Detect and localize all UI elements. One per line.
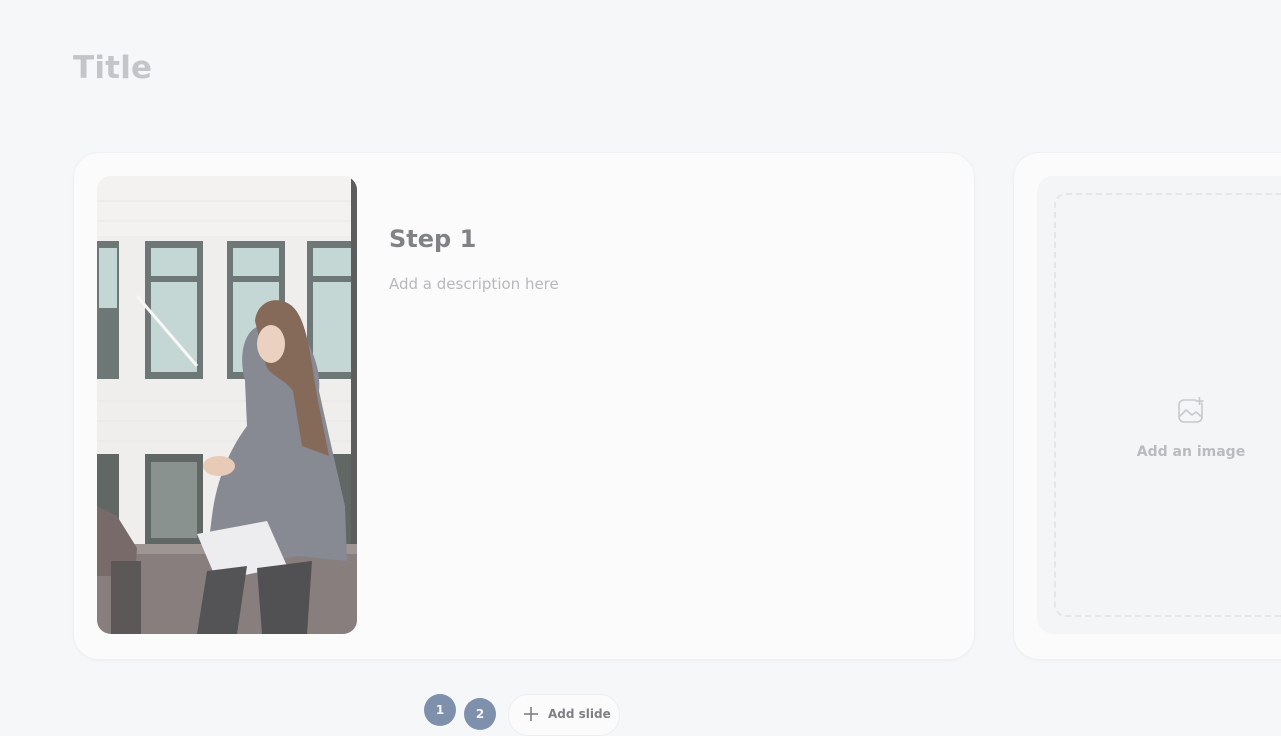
dropzone-border <box>1054 193 1281 617</box>
slide-card-2[interactable]: Add an image <box>1013 152 1281 660</box>
page-dot-2[interactable]: 2 <box>464 698 496 730</box>
page-dot-1[interactable]: 1 <box>424 694 456 726</box>
description-field[interactable]: Add a description here <box>389 275 559 293</box>
step-title[interactable]: Step 1 <box>389 225 476 253</box>
add-image-label: Add an image <box>1136 444 1246 460</box>
add-slide-label: Add slide <box>548 707 611 721</box>
slide-card-1[interactable]: Step 1 Add a description here <box>73 152 975 660</box>
add-image-dropzone[interactable]: Add an image <box>1037 176 1281 634</box>
page-title[interactable]: Title <box>73 50 152 86</box>
slide-photo[interactable] <box>97 176 357 634</box>
image-plus-icon <box>1178 397 1204 423</box>
add-slide-button[interactable]: Add slide <box>508 694 620 736</box>
plus-icon <box>524 707 538 721</box>
